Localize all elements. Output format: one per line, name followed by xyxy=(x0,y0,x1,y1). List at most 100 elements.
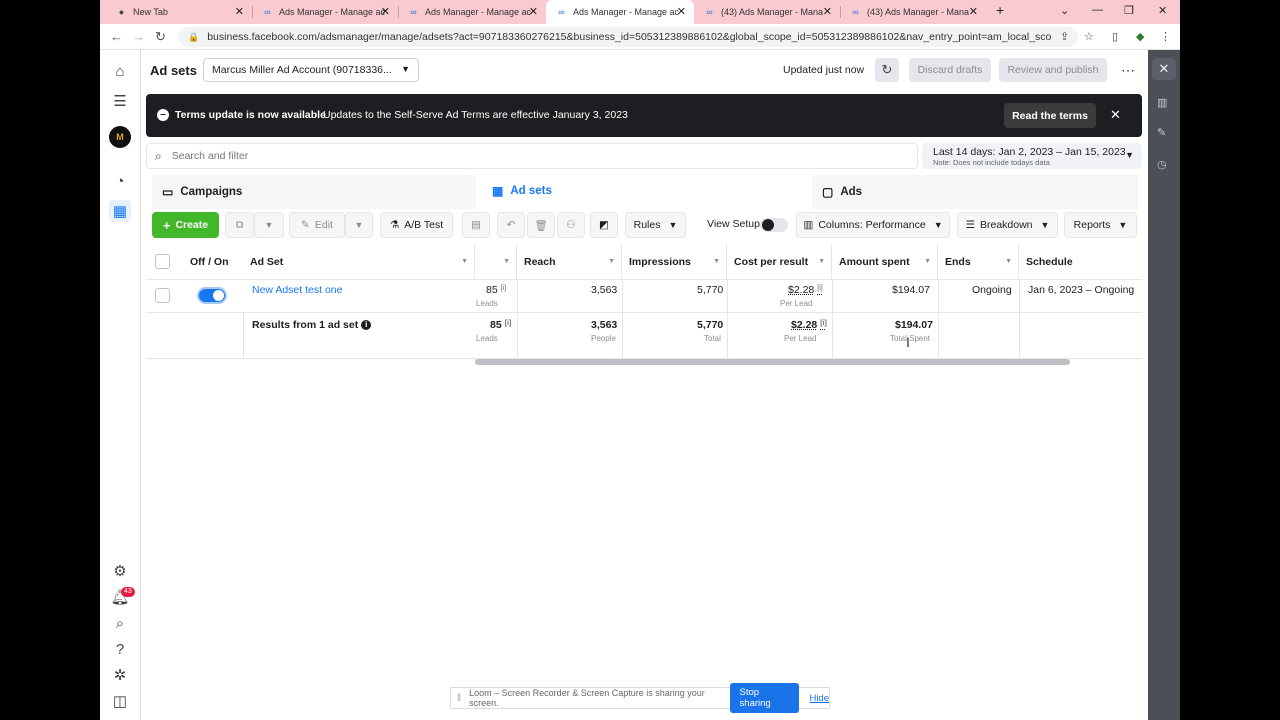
edit-button[interactable]: ✎ Edit xyxy=(289,212,345,238)
preview-icon[interactable]: ◩ xyxy=(590,212,618,238)
adset-name-link[interactable]: New Adset test one xyxy=(252,284,342,296)
select-all-checkbox[interactable] xyxy=(155,254,170,269)
view-setup-toggle[interactable] xyxy=(760,218,788,232)
results-number: 85 xyxy=(486,284,498,296)
close-tab-icon[interactable]: ✕ xyxy=(969,5,978,18)
discard-drafts-button[interactable]: Discard drafts xyxy=(909,58,991,82)
bug-report-icon[interactable]: ✲ xyxy=(109,664,131,686)
close-tab-icon[interactable]: ✕ xyxy=(823,5,832,18)
header-ends[interactable]: Ends ▼ xyxy=(938,244,1019,280)
header-results[interactable]: ▼ xyxy=(475,244,517,280)
sidepanel-icon[interactable]: ▯ xyxy=(1112,30,1118,43)
drag-handle-icon[interactable]: ‖ xyxy=(457,693,461,704)
close-tab-icon[interactable]: ✕ xyxy=(235,5,244,18)
people-icon[interactable]: ⚇ xyxy=(557,212,585,238)
search-input[interactable] xyxy=(171,150,872,162)
expand-panel-icon[interactable]: ◫ xyxy=(109,690,131,712)
bookmark-star-icon[interactable]: ☆ xyxy=(1084,30,1094,43)
home-icon[interactable]: ⌂ xyxy=(109,60,131,82)
duplicate-icon[interactable]: ⧉ xyxy=(225,212,254,238)
read-terms-button[interactable]: Read the terms xyxy=(1004,103,1096,128)
edit-dropdown-icon[interactable]: ▼ xyxy=(345,212,373,238)
settings-gear-icon[interactable]: ⚙ xyxy=(109,560,131,582)
sharing-message: Loom – Screen Recorder & Screen Capture … xyxy=(469,688,705,708)
attribution-icon: [i] xyxy=(817,285,823,292)
dashboard-icon[interactable]: ◔ xyxy=(109,170,131,192)
history-clock-icon[interactable]: ◷ xyxy=(1157,158,1167,171)
close-tab-icon[interactable]: ✕ xyxy=(529,5,538,18)
header-cost-per-result[interactable]: Cost per result ▼ xyxy=(727,244,832,280)
reports-button[interactable]: Reports ▼ xyxy=(1064,212,1137,238)
tab-label: Ads xyxy=(840,186,863,198)
close-window-icon[interactable]: ✕ xyxy=(1158,4,1167,17)
summary-impressions-sub: Total xyxy=(704,334,721,343)
refresh-button[interactable]: ↻ xyxy=(875,58,899,82)
summary-reach: 3,563 xyxy=(591,319,618,331)
restore-icon[interactable]: ❐ xyxy=(1124,4,1134,17)
search-filter-box[interactable]: ⌕ xyxy=(146,143,918,169)
breakdown-icon: ☰ xyxy=(965,219,975,231)
tab-ads[interactable]: ▢ Ads xyxy=(812,175,1138,209)
lock-icon: 🔒 xyxy=(188,31,200,42)
new-tab-icon[interactable]: + xyxy=(996,2,1004,18)
close-tab-icon[interactable]: ✕ xyxy=(677,5,686,18)
tab-adsets[interactable]: ▦ Ad sets xyxy=(482,174,806,208)
menu-icon[interactable]: ☰ xyxy=(109,90,131,112)
account-avatar[interactable]: M xyxy=(109,126,131,148)
forward-icon[interactable]: → xyxy=(132,29,145,44)
summary-spent: $194.07 xyxy=(895,319,933,331)
create-button[interactable]: + Create xyxy=(152,212,219,238)
ab-test-button[interactable]: ⚗ A/B Test xyxy=(380,212,453,238)
reload-icon[interactable]: ↻ xyxy=(155,29,166,45)
ads-manager-icon[interactable]: ▦ xyxy=(109,200,131,222)
summary-cpr-sub: Per Lead xyxy=(784,334,817,343)
hide-link[interactable]: Hide xyxy=(809,693,829,704)
columns-button[interactable]: ▥ Columns: Performance ▼ xyxy=(796,212,950,238)
help-icon[interactable]: ? xyxy=(109,638,131,660)
share-icon[interactable]: ⇪ xyxy=(1060,30,1069,43)
more-options-icon[interactable]: ⋯ xyxy=(1115,58,1141,82)
undo-icon[interactable]: ↶ xyxy=(497,212,525,238)
browser-menu-icon[interactable]: ⋮ xyxy=(1160,30,1171,43)
banner-text: Updates to the Self-Serve Ad Terms are e… xyxy=(323,109,628,121)
browser-tab-active[interactable]: ∞ Ads Manager - Manage ac ✕ xyxy=(546,0,694,24)
breakdown-button[interactable]: ☰ Breakdown ▼ xyxy=(957,212,1058,238)
rules-button[interactable]: Rules ▼ xyxy=(625,212,686,238)
address-bar[interactable]: 🔒 business.facebook.com/adsmanager/manag… xyxy=(178,27,1078,47)
browser-tab[interactable]: ∞ (43) Ads Manager - Mana ✕ xyxy=(694,0,840,24)
row-checkbox[interactable] xyxy=(155,288,170,303)
stop-sharing-button[interactable]: Stop sharing xyxy=(729,683,800,713)
browser-tab[interactable]: ∞ Ads Manager - Manage ac ✕ xyxy=(252,0,398,24)
clipboard-icon[interactable]: ▤ xyxy=(462,212,490,238)
minimize-icon[interactable]: — xyxy=(1092,4,1103,16)
extension-icon[interactable]: ◆ xyxy=(1136,30,1144,43)
close-tab-icon[interactable]: ✕ xyxy=(381,5,390,18)
account-selector[interactable]: Marcus Miller Ad Account (90718336... ▼ xyxy=(203,58,419,82)
adset-on-off-toggle[interactable] xyxy=(197,287,227,304)
trash-icon[interactable]: 🗑︎ xyxy=(527,212,555,238)
horizontal-scrollbar[interactable] xyxy=(475,359,1070,365)
header-amount-spent[interactable]: Amount spent ▼ xyxy=(832,244,938,280)
info-icon[interactable]: i xyxy=(361,320,372,330)
review-publish-button[interactable]: Review and publish xyxy=(999,58,1107,82)
close-panel-icon[interactable]: ✕ xyxy=(1152,58,1176,80)
date-range-picker[interactable]: Last 14 days: Jan 2, 2023 – Jan 15, 2023… xyxy=(922,143,1142,169)
browser-tab[interactable]: ● New Tab ✕ xyxy=(106,0,252,24)
schedule-value: Jan 6, 2023 – Ongoing xyxy=(1028,284,1135,296)
pencil-icon[interactable]: ✎ xyxy=(1157,126,1166,139)
tab-search-icon[interactable]: ⌄ xyxy=(1060,4,1069,17)
browser-tab[interactable]: ∞ Ads Manager - Manage ac ✕ xyxy=(398,0,546,24)
header-adset[interactable]: Ad Set ▼ xyxy=(243,244,475,280)
browser-tab[interactable]: ∞ (43) Ads Manager - Mana ✕ xyxy=(840,0,986,24)
header-impressions[interactable]: Impressions ▼ xyxy=(622,244,727,280)
duplicate-dropdown-icon[interactable]: ▼ xyxy=(254,212,284,238)
back-icon[interactable]: ← xyxy=(110,29,123,44)
search-icon[interactable]: ⌕ xyxy=(109,612,131,634)
tab-campaigns[interactable]: ▭ Campaigns xyxy=(152,175,476,209)
header-reach[interactable]: Reach ▼ xyxy=(517,244,622,280)
chart-icon[interactable]: ▥ xyxy=(1157,96,1167,109)
close-banner-icon[interactable]: ✕ xyxy=(1110,107,1121,123)
sort-icon: ▼ xyxy=(924,258,931,265)
header-schedule[interactable]: Schedule xyxy=(1019,244,1142,280)
columns-label: Columns: Performance xyxy=(818,219,926,231)
